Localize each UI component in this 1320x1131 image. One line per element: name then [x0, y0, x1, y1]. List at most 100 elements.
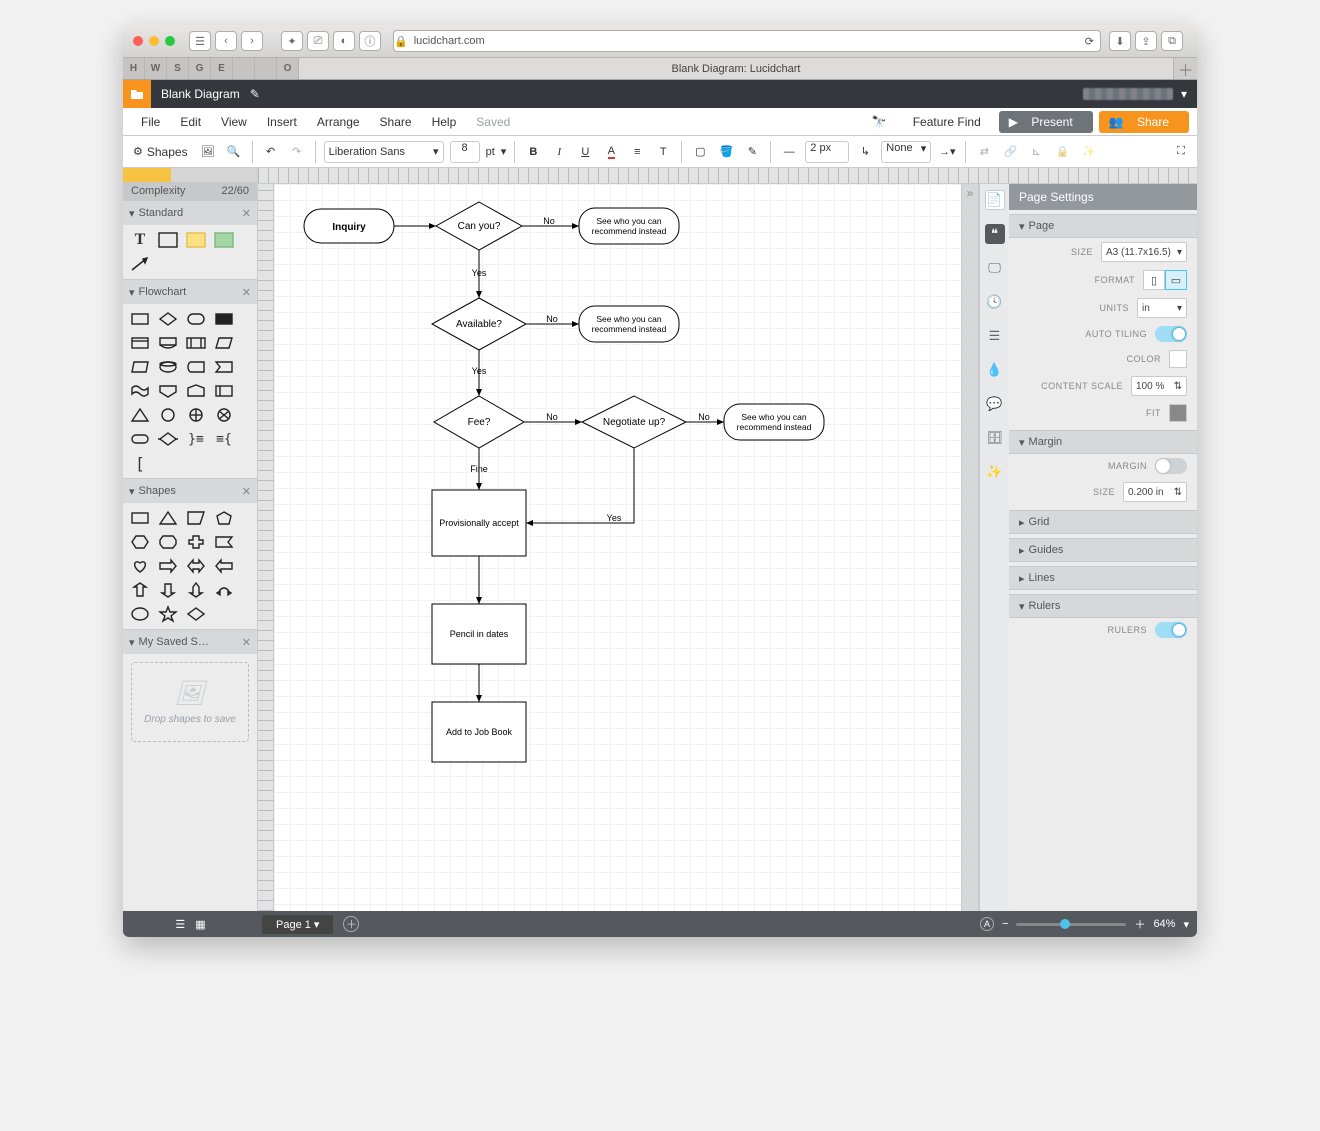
- theme-tab-icon[interactable]: 💧: [985, 360, 1005, 380]
- node-accept[interactable]: Provisionally accept: [432, 490, 526, 556]
- maximize-window-button[interactable]: [165, 36, 175, 46]
- search-icon[interactable]: 🔍: [224, 142, 244, 162]
- menu-insert[interactable]: Insert: [257, 115, 307, 129]
- favorite-tab[interactable]: S: [167, 58, 189, 79]
- basic-shape[interactable]: [185, 605, 207, 623]
- basic-shape[interactable]: [185, 509, 207, 527]
- menu-share[interactable]: Share: [370, 115, 422, 129]
- menu-help[interactable]: Help: [422, 115, 467, 129]
- zoom-slider[interactable]: [1016, 923, 1126, 926]
- basic-shape[interactable]: [213, 509, 235, 527]
- basic-shape[interactable]: [185, 533, 207, 551]
- text-options-button[interactable]: T: [653, 142, 673, 162]
- favorite-tab[interactable]: G: [189, 58, 211, 79]
- margin-size-input[interactable]: 0.200 in⇅: [1123, 482, 1187, 502]
- rulers-toggle[interactable]: [1155, 622, 1187, 638]
- flowchart-shape[interactable]: [185, 358, 207, 376]
- section-margin[interactable]: ▾ Margin: [1009, 430, 1197, 454]
- page-tab-icon[interactable]: 📄: [985, 190, 1005, 210]
- menu-file[interactable]: File: [131, 115, 170, 129]
- share-button[interactable]: 👥 Share: [1099, 111, 1189, 133]
- link-button[interactable]: 🔗: [1000, 142, 1020, 162]
- font-size-input[interactable]: 8: [450, 141, 480, 163]
- menu-arrange[interactable]: Arrange: [307, 115, 370, 129]
- add-page-button[interactable]: ＋: [343, 916, 359, 932]
- basic-shape[interactable]: [213, 557, 235, 575]
- node-recommend-1[interactable]: See who you can recommend instead: [579, 208, 679, 244]
- flowchart-shape[interactable]: [213, 334, 235, 352]
- line-path-button[interactable]: ↳: [855, 142, 875, 162]
- flowchart-shape[interactable]: [157, 382, 179, 400]
- zoom-out-button[interactable]: −: [1002, 918, 1008, 930]
- line-width-select[interactable]: 2 px: [805, 141, 849, 163]
- folder-icon[interactable]: [123, 80, 151, 108]
- italic-button[interactable]: I: [549, 142, 569, 162]
- font-family-select[interactable]: Liberation Sans▾: [324, 141, 444, 163]
- flowchart-shape[interactable]: [129, 310, 151, 328]
- flowchart-shape[interactable]: [185, 382, 207, 400]
- basic-shape[interactable]: [185, 557, 207, 575]
- basic-shape[interactable]: [185, 581, 207, 599]
- section-grid[interactable]: ▸ Grid: [1009, 510, 1197, 534]
- basic-shape[interactable]: [129, 557, 151, 575]
- auto-tiling-toggle[interactable]: [1155, 326, 1187, 342]
- page-color-swatch[interactable]: [1169, 350, 1187, 368]
- landscape-button[interactable]: ▭: [1165, 270, 1187, 290]
- flowchart-shape[interactable]: [185, 310, 207, 328]
- close-icon[interactable]: ✕: [242, 636, 251, 649]
- right-panel-toggle[interactable]: »: [961, 184, 979, 911]
- node-recommend-2[interactable]: See who you can recommend instead: [579, 306, 679, 342]
- arrow-shape[interactable]: [129, 255, 151, 273]
- undo-button[interactable]: ↶: [261, 142, 281, 162]
- lock-button[interactable]: 🔒: [1052, 142, 1072, 162]
- magic-tab-icon[interactable]: ✨: [985, 462, 1005, 482]
- flowchart-shape[interactable]: [213, 358, 235, 376]
- margin-toggle[interactable]: [1155, 458, 1187, 474]
- border-style-button[interactable]: ▢: [690, 142, 710, 162]
- node-jobbook[interactable]: Add to Job Book: [432, 702, 526, 762]
- section-page[interactable]: ▾ Page: [1009, 214, 1197, 238]
- flowchart-shape[interactable]: [157, 406, 179, 424]
- group-header[interactable]: ▾ Flowchart✕: [123, 280, 257, 304]
- favorite-tab[interactable]: O: [277, 58, 299, 79]
- swap-button[interactable]: ⇄: [974, 142, 994, 162]
- section-rulers[interactable]: ▾ Rulers: [1009, 594, 1197, 618]
- bold-button[interactable]: B: [523, 142, 543, 162]
- flowchart-shape[interactable]: [213, 406, 235, 424]
- flowchart-shape[interactable]: [185, 334, 207, 352]
- list-view-icon[interactable]: ☰: [175, 918, 185, 931]
- image-icon[interactable]: 🖼: [198, 142, 218, 162]
- flowchart-shape[interactable]: [213, 310, 235, 328]
- favorite-tab[interactable]: [255, 58, 277, 79]
- basic-shape[interactable]: [129, 533, 151, 551]
- group-header[interactable]: ▾ My Saved S…✕: [123, 630, 257, 654]
- flowchart-shape[interactable]: [157, 334, 179, 352]
- group-header[interactable]: ▾ Shapes✕: [123, 479, 257, 503]
- menu-view[interactable]: View: [211, 115, 257, 129]
- magnet-button[interactable]: ⊾: [1026, 142, 1046, 162]
- basic-shape[interactable]: [129, 509, 151, 527]
- node-negotiate[interactable]: Negotiate up?: [582, 396, 686, 448]
- connector[interactable]: [526, 448, 634, 523]
- flowchart-shape[interactable]: [213, 382, 235, 400]
- edit-title-icon[interactable]: ✎: [250, 87, 260, 101]
- menu-edit[interactable]: Edit: [170, 115, 211, 129]
- extension-button-3[interactable]: ◐: [333, 31, 355, 51]
- wand-button[interactable]: ✨: [1078, 142, 1098, 162]
- font-size-dropdown[interactable]: ▾: [501, 145, 507, 158]
- flowchart-shape[interactable]: [129, 334, 151, 352]
- basic-shape[interactable]: [157, 509, 179, 527]
- extension-button-4[interactable]: ⓘ: [359, 31, 381, 51]
- flowchart-shape[interactable]: ≡{: [213, 430, 235, 448]
- back-button[interactable]: ‹: [215, 31, 237, 51]
- flowchart-shape[interactable]: [129, 358, 151, 376]
- content-scale-input[interactable]: 100 %⇅: [1131, 376, 1187, 396]
- underline-button[interactable]: U: [575, 142, 595, 162]
- text-color-button[interactable]: A: [601, 142, 621, 162]
- flowchart-shape[interactable]: [129, 382, 151, 400]
- document-title[interactable]: Blank Diagram: [151, 87, 250, 101]
- new-tab-button[interactable]: ＋: [1173, 58, 1197, 79]
- tabs-button[interactable]: ⧉: [1161, 31, 1183, 51]
- line-style-button[interactable]: ―: [779, 142, 799, 162]
- node-can-you[interactable]: Can you?: [436, 202, 522, 250]
